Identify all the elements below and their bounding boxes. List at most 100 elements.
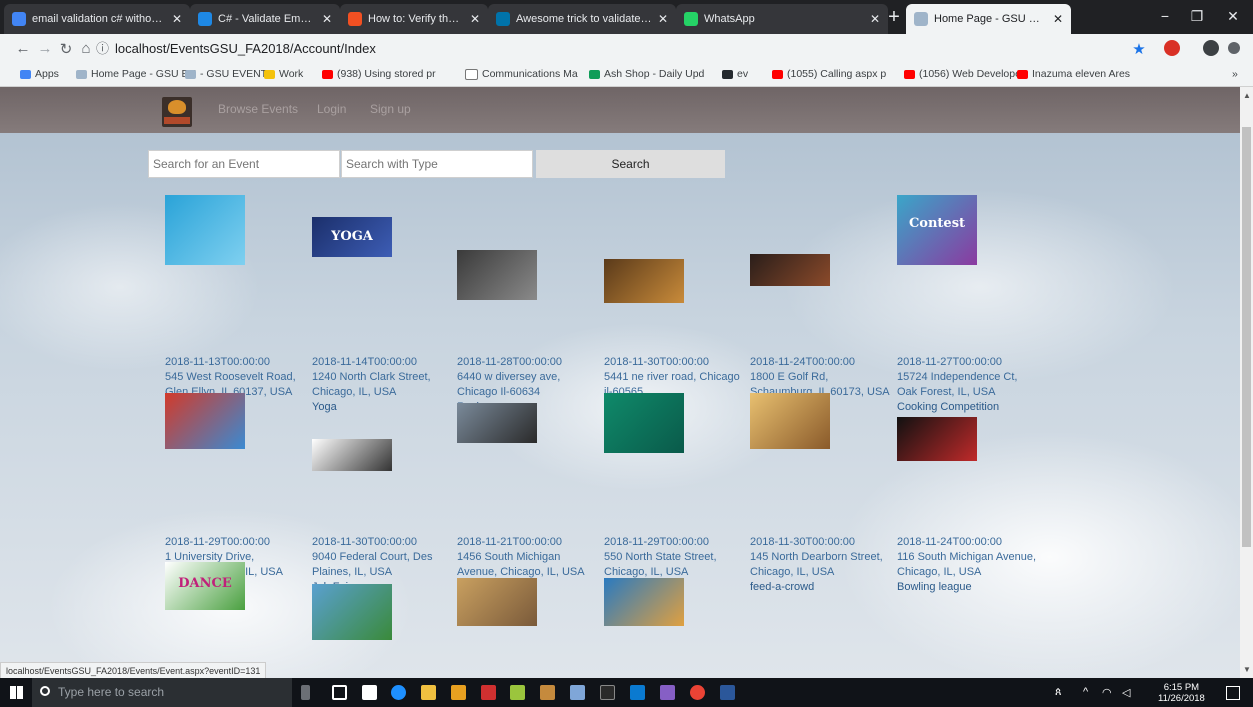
search-button[interactable]: Search [536,150,725,178]
browser-tab[interactable]: WhatsApp ✕ [676,4,888,34]
reload-icon[interactable]: ↻ [57,40,75,58]
bookmark-item[interactable]: Work [264,68,303,80]
event-image[interactable]: YOGA [312,217,392,257]
browser-tab[interactable]: Awesome trick to validate Em ✕ [488,4,676,34]
windows-start-icon[interactable] [10,686,23,699]
maximize-icon[interactable]: ❐ [1182,8,1212,25]
scroll-down-icon[interactable]: ▼ [1243,665,1251,674]
mail-icon[interactable] [362,685,377,700]
app-icon-blue[interactable] [570,685,585,700]
visual-studio-icon[interactable] [660,685,675,700]
event-image[interactable]: DANCE [165,562,245,610]
bookmark-item[interactable]: Ash Shop - Daily Upd [589,68,704,80]
nav-browse-events[interactable]: Browse Events [218,102,298,116]
event-image[interactable] [457,403,537,443]
browser-tab[interactable]: C# - Validate Email Address ✕ [190,4,340,34]
event-image[interactable] [604,259,684,303]
app-icon-store[interactable] [630,685,645,700]
extension-icon[interactable] [1203,40,1219,56]
terminal-icon[interactable] [600,685,615,700]
url-field[interactable]: ⓘ localhost/EventsGSU_FA2018/Account/Inde… [96,38,1116,60]
browser-tab[interactable]: Home Page - GSU EVENTS ✕ [906,4,1071,34]
tray-chevron-icon[interactable]: ^ [1083,686,1088,698]
task-view-icon[interactable] [332,685,347,700]
app-icon-tan[interactable] [540,685,555,700]
bookmark-item[interactable]: Communications Ma [465,68,578,80]
event-card[interactable]: YOGA 2018-11-14T00:00:00 1240 North Clark … [312,217,452,415]
event-card[interactable]: 2018-11-30T00:00:00 9040 Federal Court, D… [312,439,452,595]
word-icon[interactable] [720,685,735,700]
browser-tab[interactable]: email validation c# without r ✕ [4,4,190,34]
tab-close-icon[interactable]: ✕ [1053,12,1063,26]
chrome-icon[interactable] [690,685,705,700]
home-icon[interactable]: ⌂ [77,40,95,57]
minimize-icon[interactable]: − [1150,8,1180,24]
close-window-icon[interactable]: ✕ [1218,8,1248,25]
search-event-input[interactable] [148,150,340,178]
tab-close-icon[interactable]: ✕ [870,12,880,26]
bookmark-star-icon[interactable]: ★ [1130,40,1148,58]
bookmark-item[interactable]: (1056) Web Develope [904,68,1021,80]
event-card[interactable]: 2018-11-29T00:00:00 550 North State Stree… [604,393,744,595]
bookmarks-overflow-icon[interactable]: » [1232,68,1238,80]
event-card[interactable]: 2018-11-15T00:00:00 [312,584,452,678]
event-card[interactable]: 2018-11-21T00:00:00 1456 South Michigan A… [457,403,597,595]
notifications-icon[interactable] [1226,686,1240,700]
event-card[interactable]: 2018-11-28T00:00:00 6440 w diversey ave, … [457,250,597,415]
bookmark-item[interactable]: Home Page - GSU EV [76,68,195,80]
app-icon-green[interactable] [510,685,525,700]
file-explorer-icon[interactable] [421,685,436,700]
event-image[interactable] [750,393,830,449]
profile-icon[interactable] [1228,42,1240,54]
adblock-extension-icon[interactable] [1164,40,1180,56]
tab-close-icon[interactable]: ✕ [322,12,332,26]
event-image[interactable] [312,584,392,640]
bookmark-item[interactable]: - GSU EVENTS [185,68,274,80]
event-card[interactable]: 2018-11-24T00:00:00 1800 E Golf Rd, Schau… [750,254,890,415]
site-logo[interactable] [162,97,192,127]
bookmark-item[interactable]: Inazuma eleven Ares [1017,68,1130,80]
tab-close-icon[interactable]: ✕ [658,12,668,26]
app-icon-red[interactable] [481,685,496,700]
volume-icon[interactable]: ◁ [1122,686,1130,699]
event-card[interactable]: 2018-11-30T00:00:00 145 North Dearborn St… [750,393,890,595]
info-icon[interactable]: ⓘ [96,41,109,56]
event-card[interactable]: DANCE2018-11-28T00:00:00123 North Clark [165,562,305,678]
search-type-input[interactable] [341,150,533,178]
event-image[interactable] [457,578,537,626]
event-image[interactable] [165,195,245,265]
event-image[interactable]: Contest [897,195,977,265]
new-tab-button[interactable]: + [883,7,905,29]
event-card[interactable]: 2018-11-24T00:00:00 116 South Michigan Av… [897,417,1037,595]
scroll-thumb[interactable] [1242,127,1251,547]
forward-icon[interactable]: → [36,40,54,57]
nav-signup[interactable]: Sign up [370,102,411,116]
event-image[interactable] [604,393,684,453]
event-image[interactable] [457,250,537,300]
event-image[interactable] [897,417,977,461]
bookmark-item[interactable]: Apps [20,68,59,80]
scroll-up-icon[interactable]: ▲ [1243,91,1251,100]
people-icon[interactable]: ጰ [1055,686,1062,699]
event-card[interactable]: 2018-11-23T00:00:009040 Federal Court, [457,578,597,678]
sticky-notes-icon[interactable] [451,685,466,700]
page-scrollbar[interactable]: ▲ ▼ [1240,87,1253,678]
taskbar-search-box[interactable]: Type here to search [32,678,292,707]
edge-icon[interactable] [391,685,406,700]
bookmark-item[interactable]: (938) Using stored pr [322,68,436,80]
tab-close-icon[interactable]: ✕ [172,12,182,26]
event-card[interactable]: 2018-11-30T00:00:00 5441 ne river road, C… [604,259,744,415]
taskbar-clock[interactable]: 6:15 PM 11/26/2018 [1158,682,1205,704]
network-icon[interactable]: ◠ [1102,686,1112,699]
mic-icon[interactable] [301,685,310,700]
event-card[interactable]: 2018-11-13T00:00:00 545 West Roosevelt Ro… [165,195,305,415]
bookmark-item[interactable]: ev [722,68,748,80]
bookmark-item[interactable]: (1055) Calling aspx p [772,68,886,80]
event-image[interactable] [312,439,392,471]
event-image[interactable] [750,254,830,286]
nav-login[interactable]: Login [317,102,346,116]
event-card[interactable]: Contest 2018-11-27T00:00:00 15724 Independ… [897,195,1037,415]
back-icon[interactable]: ← [14,40,32,57]
event-image[interactable] [165,393,245,449]
browser-tab[interactable]: How to: Verify that Strings Ar ✕ [340,4,488,34]
